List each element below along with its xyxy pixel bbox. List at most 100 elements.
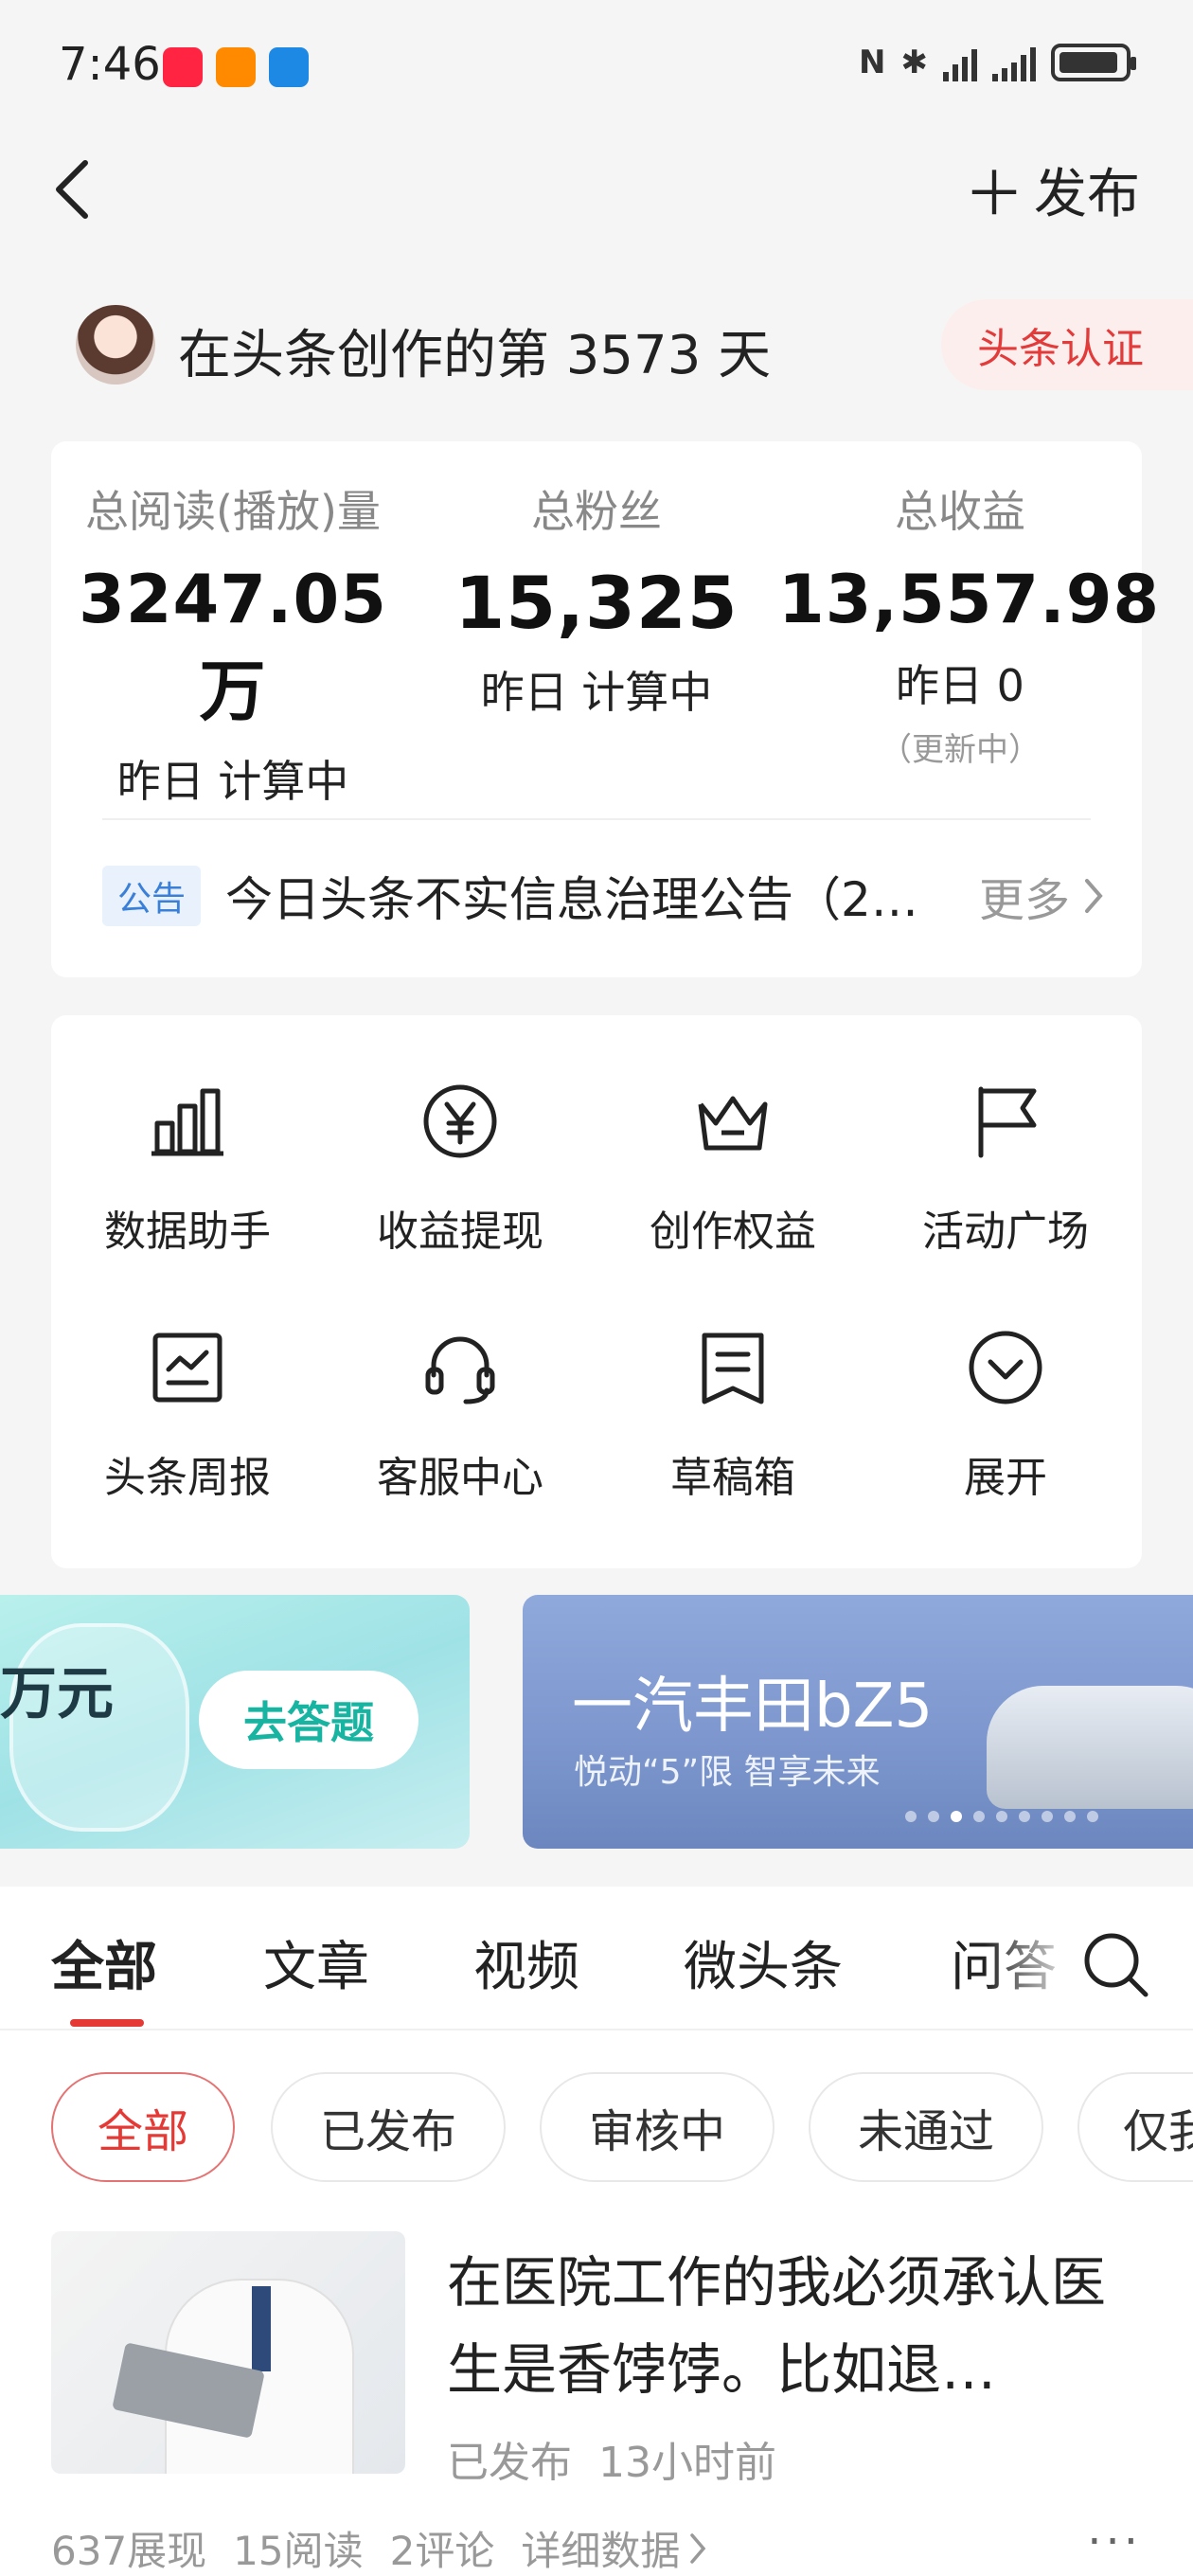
doctor-tie xyxy=(252,2286,271,2371)
carousel-dot xyxy=(1087,1811,1098,1822)
stat-total-income[interactable]: 总收益 13,557.98 昨日 0 （更新中） xyxy=(778,477,1161,770)
chevron-right-icon xyxy=(1085,879,1103,913)
announcement-more-link[interactable]: 更多 xyxy=(979,863,1104,929)
carousel-dots xyxy=(905,1811,1098,1822)
tab-all[interactable]: 全部 xyxy=(51,1924,157,2001)
banner-amount-text: 万元 xyxy=(0,1661,114,1727)
flag-icon xyxy=(978,1086,1037,1158)
xiaohongshu-icon xyxy=(163,47,203,87)
status-filter-chips: 全部 已发布 审核中 未通过 仅我可见 xyxy=(51,2072,1193,2182)
bluetooth-icon: ✱ xyxy=(900,44,929,81)
chip-reviewing[interactable]: 审核中 xyxy=(540,2072,775,2182)
article-meta: 已发布 13小时前 xyxy=(447,2428,776,2489)
tool-label: 活动广场 xyxy=(922,1208,1089,1256)
crown-icon xyxy=(698,1096,768,1151)
video-app-icon xyxy=(216,47,256,87)
comments-count: 2评论 xyxy=(389,2528,495,2574)
carousel-dot xyxy=(1019,1811,1030,1822)
content-tabs: 全部 文章 视频 微头条 问答 xyxy=(0,1887,1193,2030)
stat-sub: 昨日 计算中 xyxy=(116,756,349,807)
tool-activity-square[interactable]: 活动广场 xyxy=(869,1015,1142,1256)
announcement-text: 今日头条不实信息治理公告（2… xyxy=(225,872,918,927)
tool-data-assistant[interactable]: 数据助手 xyxy=(51,1015,324,1256)
article-thumbnail xyxy=(51,2231,405,2474)
tool-drafts[interactable]: 草稿箱 xyxy=(596,1261,869,1502)
stat-label: 总收益 xyxy=(895,486,1025,537)
stat-note: （更新中） xyxy=(880,731,1041,769)
status-bar: 7:46 N ✱ xyxy=(0,0,1193,133)
carousel-dot xyxy=(973,1811,985,1822)
tab-articles[interactable]: 文章 xyxy=(263,1924,369,2001)
carousel-dot xyxy=(1042,1811,1053,1822)
tool-income-withdraw[interactable]: 收益提现 xyxy=(324,1015,596,1256)
active-tab-indicator xyxy=(70,2019,144,2027)
article-title[interactable]: 在医院工作的我必须承认医生是香饽饽。比如退… xyxy=(447,2239,1142,2413)
publish-button[interactable]: ＋ 发布 xyxy=(964,152,1140,230)
status-indicators: N ✱ xyxy=(859,44,1136,81)
chip-all[interactable]: 全部 xyxy=(51,2072,235,2182)
verification-badge[interactable]: 头条认证 xyxy=(941,299,1193,390)
tool-label: 展开 xyxy=(964,1454,1047,1502)
announcement-tag: 公告 xyxy=(102,866,202,926)
article-item[interactable]: 在医院工作的我必须承认医生是香饽饽。比如退… 已发布 13小时前 637展现 15… xyxy=(51,2231,1142,2576)
stat-total-reads[interactable]: 总阅读(播放)量 3247.05万 昨日 计算中 xyxy=(51,477,415,810)
quiz-banner[interactable]: 万元 去答题 xyxy=(0,1595,470,1849)
article-stats: 637展现 15阅读 2评论 详细数据 xyxy=(51,2519,706,2576)
tab-fade xyxy=(985,1905,1079,2010)
battery-icon xyxy=(1051,44,1136,81)
article-status: 已发布 xyxy=(447,2439,572,2487)
go-answer-button[interactable]: 去答题 xyxy=(199,1671,418,1769)
tab-videos[interactable]: 视频 xyxy=(473,1924,579,2001)
detail-data-link[interactable]: 详细数据 xyxy=(521,2519,706,2576)
car-ad-banner[interactable]: 一汽丰田bZ5 悦动“5”限 智享未来 xyxy=(523,1595,1193,1849)
chip-rejected[interactable]: 未通过 xyxy=(809,2072,1043,2182)
stat-label: 总粉丝 xyxy=(531,486,662,537)
article-time: 13小时前 xyxy=(598,2439,776,2487)
yen-coin-icon xyxy=(423,1084,497,1158)
signal-2-icon xyxy=(992,44,1036,81)
ad-subtitle: 悦动“5”限 智享未来 xyxy=(574,1753,881,1792)
publish-label: 发布 xyxy=(1034,163,1140,225)
stat-value: 13,557.98 xyxy=(778,561,1161,638)
impressions-count: 637展现 xyxy=(51,2528,207,2574)
back-button[interactable] xyxy=(47,152,104,227)
draft-doc-icon xyxy=(702,1333,764,1404)
stat-sub: 昨日 0 xyxy=(896,660,1024,711)
stats-card: 总阅读(播放)量 3247.05万 昨日 计算中 总粉丝 15,325 昨日 计… xyxy=(51,441,1161,977)
stat-sub: 昨日 计算中 xyxy=(480,667,713,718)
stat-total-fans[interactable]: 总粉丝 15,325 昨日 计算中 xyxy=(415,477,778,721)
content-section: 全部 文章 视频 微头条 问答 全部 已发布 审核中 未通过 仅我可见 在医院工… xyxy=(0,1887,1193,2576)
tool-label: 创作权益 xyxy=(650,1208,816,1256)
stat-label: 总阅读(播放)量 xyxy=(85,486,381,537)
chip-private[interactable]: 仅我可见 xyxy=(1077,2072,1193,2182)
tool-label: 收益提现 xyxy=(377,1208,543,1256)
carousel-dot xyxy=(905,1811,917,1822)
tab-micro-posts[interactable]: 微头条 xyxy=(684,1924,843,2001)
tool-weekly-report[interactable]: 头条周报 xyxy=(51,1261,324,1502)
avatar[interactable] xyxy=(76,305,155,385)
tool-expand[interactable]: 展开 xyxy=(869,1261,1142,1502)
tool-label: 客服中心 xyxy=(377,1454,543,1502)
tool-label: 草稿箱 xyxy=(670,1454,795,1502)
signal-icon xyxy=(943,44,977,81)
carousel-dot xyxy=(996,1811,1007,1822)
weather-app-icon xyxy=(269,47,309,87)
search-button[interactable] xyxy=(1079,1928,1151,2000)
creator-days-text: 在头条创作的第 3573 天 xyxy=(178,325,772,386)
carousel-dot xyxy=(928,1811,939,1822)
tools-card: 数据助手 收益提现 创作权益 活动广场 头条周报 客服中心 草稿箱 展开 xyxy=(51,1015,1142,1568)
detail-label: 详细数据 xyxy=(521,2528,681,2574)
tool-creator-rights[interactable]: 创作权益 xyxy=(596,1015,869,1256)
tool-label: 数据助手 xyxy=(104,1208,271,1256)
chevron-down-circle-icon xyxy=(969,1331,1042,1404)
bar-chart-icon xyxy=(151,1088,223,1156)
search-icon xyxy=(1084,1933,1148,1997)
divider xyxy=(102,818,1091,820)
tool-customer-service[interactable]: 客服中心 xyxy=(324,1261,596,1502)
headset-icon xyxy=(425,1336,495,1404)
more-options-button[interactable]: ··· xyxy=(1087,2515,1142,2568)
stat-value: 3247.05万 xyxy=(79,561,387,730)
chip-published[interactable]: 已发布 xyxy=(271,2072,506,2182)
announcement-row[interactable]: 公告 今日头条不实信息治理公告（2… 更多 xyxy=(102,863,1104,929)
carousel-dot xyxy=(1064,1811,1076,1822)
